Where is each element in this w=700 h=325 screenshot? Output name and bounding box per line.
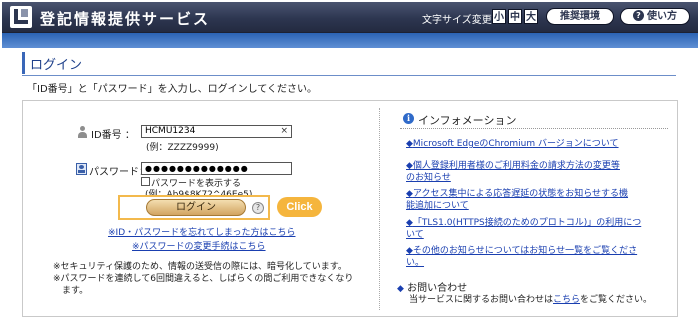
news-item[interactable]: ◆「TLS1.0(HTTPS接続のためのプロトコル)」の利用につ: [406, 217, 641, 229]
site-title: 登記情報提供サービス: [40, 10, 211, 28]
header-band: [2, 33, 698, 48]
site-header: 登記情報提供サービス 文字サイズ変更 小 中 大 推奨環境 ? 使い方: [2, 2, 698, 33]
news-item-continued[interactable]: いて: [406, 229, 424, 241]
page-title-marker: [22, 52, 25, 74]
bullet-icon: ◆: [397, 284, 404, 294]
contact-link[interactable]: こちら: [553, 295, 580, 305]
change-password-link[interactable]: ※パスワードの変更手続はこちら: [132, 239, 266, 252]
news-item-continued[interactable]: のお知らせ: [406, 172, 451, 184]
news-item[interactable]: ◆アクセス集中による応答遅延の状態をお知らせする機: [406, 188, 628, 200]
password-label: パスワード：: [89, 167, 149, 178]
bullet-icon: ◆: [406, 139, 413, 149]
login-help-icon[interactable]: ?: [252, 202, 264, 214]
password-icon: [76, 163, 87, 175]
news-item[interactable]: ◆個人登録利用者様のご利用料金の請求方法の変更等: [406, 160, 620, 172]
login-instruction: 「ID番号」と「パスワード」を入力し、ログインしてください。: [27, 84, 318, 95]
forgot-credentials-link[interactable]: ※ID・パスワードを忘れてしまった方はこちら: [108, 225, 296, 238]
id-example-hint: (例：ZZZZ9999): [146, 143, 219, 153]
info-icon: i: [403, 113, 414, 124]
show-password-checkbox[interactable]: [141, 177, 150, 186]
news-item-continued[interactable]: い。: [406, 257, 424, 269]
font-size-large-button[interactable]: 大: [524, 9, 538, 24]
news-item[interactable]: ◆その他のお知らせについてはお知らせ一覧をご覧くださ: [406, 245, 637, 257]
column-divider: [379, 108, 380, 310]
click-callout: Click: [277, 197, 322, 217]
password-input-value: ●●●●●●●●●●●●●: [145, 164, 249, 173]
lockout-note: ※パスワードを連続して6回間違えると、しばらくの間ご利用できなくなり: [53, 274, 354, 284]
info-title: インフォメーション: [418, 114, 517, 127]
recommended-env-button[interactable]: 推奨環境: [546, 8, 614, 25]
help-icon: ?: [633, 10, 644, 21]
clear-icon[interactable]: ×: [280, 126, 288, 137]
id-label: ID番号 ：: [91, 130, 135, 141]
contact-text: 当サービスに関するお問い合わせはこちらをご覧ください。: [409, 295, 653, 305]
login-button[interactable]: ログイン: [146, 199, 246, 216]
id-input-value: HCMU1234: [145, 126, 196, 136]
font-size-small-button[interactable]: 小: [492, 9, 506, 24]
recommended-env-label: 推奨環境: [560, 11, 600, 22]
bullet-icon: ◆: [406, 218, 413, 228]
info-divider: [400, 128, 668, 129]
user-icon: [77, 126, 88, 138]
font-size-medium-button[interactable]: 中: [508, 9, 522, 24]
news-item-continued[interactable]: 能追加について: [406, 200, 469, 212]
password-input[interactable]: ●●●●●●●●●●●●●: [141, 162, 292, 175]
site-logo-icon: [10, 6, 32, 28]
bullet-icon: ◆: [406, 161, 413, 171]
usage-button[interactable]: ? 使い方: [620, 8, 690, 25]
lockout-note-continued: ます。: [53, 286, 89, 296]
usage-label: 使い方: [647, 11, 677, 22]
bullet-icon: ◆: [406, 246, 413, 256]
title-divider: [22, 75, 676, 76]
bullet-icon: ◆: [406, 189, 413, 199]
security-note: ※セキュリティ保護のため、情報の送受信の際には、暗号化しています。: [53, 262, 347, 272]
news-item[interactable]: ◆Microsoft EdgeのChromium バージョンについて: [406, 138, 619, 150]
id-input[interactable]: HCMU1234 ×: [141, 125, 292, 138]
font-size-label: 文字サイズ変更: [422, 15, 492, 26]
page-title: ログイン: [30, 58, 83, 73]
